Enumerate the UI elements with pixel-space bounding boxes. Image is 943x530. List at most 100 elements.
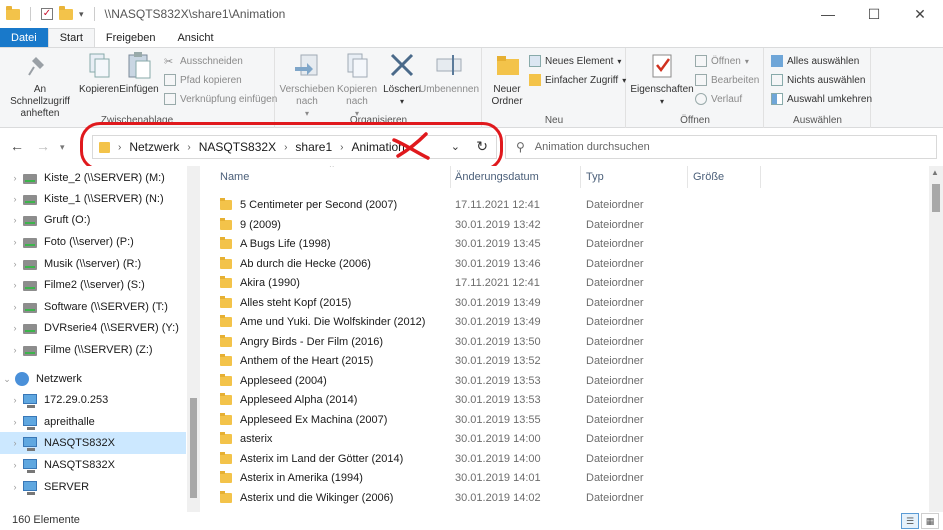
invert-selection-button[interactable]: Auswahl umkehren bbox=[771, 93, 872, 105]
breadcrumb-share1[interactable]: share1 bbox=[295, 140, 332, 154]
table-row[interactable]: Akira (1990) 17.11.2021 12:41 Dateiordne… bbox=[220, 273, 920, 293]
nav-scrollbar-thumb[interactable] bbox=[190, 398, 197, 498]
new-folder-button[interactable]: Neuer Ordner bbox=[487, 51, 527, 108]
file-list-scrollbar-thumb[interactable] bbox=[932, 184, 940, 212]
nav-item-server[interactable]: › SERVER bbox=[0, 476, 186, 498]
paste-button[interactable]: Einfügen bbox=[118, 51, 160, 96]
nav-item-kiste1[interactable]: › Kiste_1 (\\SERVER) (N:) bbox=[0, 188, 186, 210]
expand-chevron-icon[interactable]: › bbox=[8, 173, 22, 183]
nav-item-musik[interactable]: › Musik (\\server) (R:) bbox=[0, 253, 186, 275]
recent-chevron-icon[interactable]: ▾ bbox=[60, 142, 65, 153]
table-row[interactable]: Appleseed (2004) 30.01.2019 13:53 Dateio… bbox=[220, 371, 920, 391]
search-box[interactable]: ⚲ Animation durchsuchen bbox=[505, 135, 937, 159]
minimize-button[interactable]: — bbox=[805, 0, 851, 28]
pin-quick-access-button[interactable]: An Schnellzugriff anheften bbox=[4, 51, 76, 120]
nav-item-gruft[interactable]: › Gruft (O:) bbox=[0, 209, 186, 231]
breadcrumb-chevron-icon[interactable]: › bbox=[187, 142, 190, 153]
tab-ansicht[interactable]: Ansicht bbox=[166, 28, 224, 47]
close-button[interactable]: ✕ bbox=[897, 0, 943, 28]
table-row[interactable]: Asterix und die Wikinger (2006) 30.01.20… bbox=[220, 488, 920, 508]
properties-check-icon[interactable]: ✓ bbox=[41, 8, 53, 20]
customize-chevron-icon[interactable]: ▾ bbox=[79, 9, 84, 20]
easy-access-button[interactable]: Einfacher Zugriff ▾ bbox=[529, 74, 626, 86]
column-divider[interactable] bbox=[687, 166, 688, 188]
nav-item-nasqts832x-selected[interactable]: › NASQTS832X bbox=[0, 432, 186, 454]
table-row[interactable]: Appleseed Alpha (2014) 30.01.2019 13:53 … bbox=[220, 390, 920, 410]
breadcrumb-animation[interactable]: Animation bbox=[351, 140, 404, 154]
forward-arrow-icon[interactable]: → bbox=[36, 138, 50, 154]
nav-item-filme2[interactable]: › Filme2 (\\server) (S:) bbox=[0, 274, 186, 296]
move-to-button[interactable]: Verschieben nach ▾ bbox=[279, 51, 335, 120]
tab-freigeben[interactable]: Freigeben bbox=[95, 28, 167, 47]
select-all-button[interactable]: Alles auswählen bbox=[771, 55, 859, 67]
nav-scrollbar[interactable] bbox=[187, 166, 200, 512]
table-row[interactable]: Ab durch die Hecke (2006) 30.01.2019 13:… bbox=[220, 254, 920, 274]
delete-button[interactable]: Löschen ▾ bbox=[382, 51, 422, 108]
column-date[interactable]: Änderungsdatum bbox=[455, 171, 539, 183]
nav-item-kiste2[interactable]: › Kiste_2 (\\SERVER) (M:) bbox=[0, 167, 186, 189]
expand-chevron-icon[interactable]: › bbox=[8, 237, 22, 247]
nav-item-netzwerk[interactable]: ⌄ Netzwerk bbox=[0, 368, 186, 390]
open-button[interactable]: Öffnen ▾ bbox=[695, 55, 749, 67]
nav-item-software[interactable]: › Software (\\SERVER) (T:) bbox=[0, 296, 186, 318]
expand-chevron-icon[interactable]: › bbox=[8, 438, 22, 448]
breadcrumb-nasqts832x[interactable]: NASQTS832X bbox=[199, 140, 276, 154]
file-list-scrollbar[interactable]: ▲ bbox=[929, 166, 943, 512]
new-item-button[interactable]: Neues Element ▾ bbox=[529, 55, 621, 67]
select-none-button[interactable]: Nichts auswählen bbox=[771, 74, 865, 86]
nav-item-foto[interactable]: › Foto (\\server) (P:) bbox=[0, 231, 186, 253]
table-row[interactable]: Ame und Yuki. Die Wolfskinder (2012) 30.… bbox=[220, 312, 920, 332]
copy-path-button[interactable]: Pfad kopieren bbox=[164, 74, 242, 86]
nav-item-nasqts832x[interactable]: › NASQTS832X bbox=[0, 454, 186, 476]
table-row[interactable]: Asterix in Amerika (1994) 30.01.2019 14:… bbox=[220, 468, 920, 488]
maximize-button[interactable]: ☐ bbox=[851, 0, 897, 28]
breadcrumb-chevron-icon[interactable]: › bbox=[118, 142, 121, 153]
expand-chevron-icon[interactable]: › bbox=[8, 345, 22, 355]
edit-button[interactable]: Bearbeiten bbox=[695, 74, 759, 86]
back-arrow-icon[interactable]: ← bbox=[10, 138, 24, 154]
table-row[interactable]: Appleseed Ex Machina (2007) 30.01.2019 1… bbox=[220, 410, 920, 430]
expand-chevron-icon[interactable]: › bbox=[8, 280, 22, 290]
paste-shortcut-button[interactable]: Verknüpfung einfügen bbox=[164, 93, 277, 105]
refresh-icon[interactable]: ↻ bbox=[476, 138, 488, 155]
new-folder-icon[interactable] bbox=[59, 5, 73, 20]
column-divider[interactable] bbox=[580, 166, 581, 188]
table-row[interactable]: Alles steht Kopf (2015) 30.01.2019 13:49… bbox=[220, 293, 920, 313]
expand-chevron-icon[interactable]: › bbox=[8, 323, 22, 333]
expand-chevron-icon[interactable]: › bbox=[8, 194, 22, 204]
nav-item-apreithalle[interactable]: › apreithalle bbox=[0, 411, 186, 433]
nav-item-filme[interactable]: › Filme (\\SERVER) (Z:) bbox=[0, 339, 186, 361]
column-size[interactable]: Größe bbox=[693, 171, 724, 183]
details-view-icon[interactable]: ☰ bbox=[901, 513, 919, 529]
expand-chevron-icon[interactable]: › bbox=[8, 302, 22, 312]
expand-chevron-icon[interactable]: › bbox=[8, 460, 22, 470]
address-dropdown-icon[interactable]: ⌄ bbox=[451, 140, 460, 153]
address-bar[interactable]: › Netzwerk › NASQTS832X › share1 › Anima… bbox=[92, 135, 497, 159]
large-icons-view-icon[interactable]: ▦ bbox=[921, 513, 939, 529]
history-button[interactable]: Verlauf bbox=[695, 93, 742, 105]
collapse-chevron-icon[interactable]: ⌄ bbox=[0, 374, 14, 385]
copy-button[interactable]: Kopieren bbox=[78, 51, 120, 96]
expand-chevron-icon[interactable]: › bbox=[8, 417, 22, 427]
scroll-up-icon[interactable]: ▲ bbox=[931, 168, 939, 177]
nav-item-dvrserie4[interactable]: › DVRserie4 (\\SERVER) (Y:) bbox=[0, 317, 186, 339]
breadcrumb-chevron-icon[interactable]: › bbox=[284, 142, 287, 153]
expand-chevron-icon[interactable]: › bbox=[8, 482, 22, 492]
column-divider[interactable] bbox=[760, 166, 761, 188]
table-row[interactable]: 5 Centimeter per Second (2007) 17.11.202… bbox=[220, 195, 920, 215]
table-row[interactable]: Asterix im Land der Götter (2014) 30.01.… bbox=[220, 449, 920, 469]
expand-chevron-icon[interactable]: › bbox=[8, 215, 22, 225]
column-divider[interactable] bbox=[450, 166, 451, 188]
rename-button[interactable]: Umbenennen bbox=[419, 51, 479, 96]
table-row[interactable]: 9 (2009) 30.01.2019 13:42 Dateiordner bbox=[220, 215, 920, 235]
nav-item-ip-host[interactable]: › 172.29.0.253 bbox=[0, 389, 186, 411]
table-row[interactable]: A Bugs Life (1998) 30.01.2019 13:45 Date… bbox=[220, 234, 920, 254]
table-row[interactable]: asterix 30.01.2019 14:00 Dateiordner bbox=[220, 429, 920, 449]
cut-button[interactable]: ✂ Ausschneiden bbox=[164, 55, 243, 69]
expand-chevron-icon[interactable]: › bbox=[8, 395, 22, 405]
copy-to-button[interactable]: Kopieren nach ▾ bbox=[332, 51, 382, 120]
tab-datei[interactable]: Datei bbox=[0, 28, 48, 47]
table-row[interactable]: Angry Birds - Der Film (2016) 30.01.2019… bbox=[220, 332, 920, 352]
breadcrumb-chevron-icon[interactable]: › bbox=[340, 142, 343, 153]
expand-chevron-icon[interactable]: › bbox=[8, 259, 22, 269]
